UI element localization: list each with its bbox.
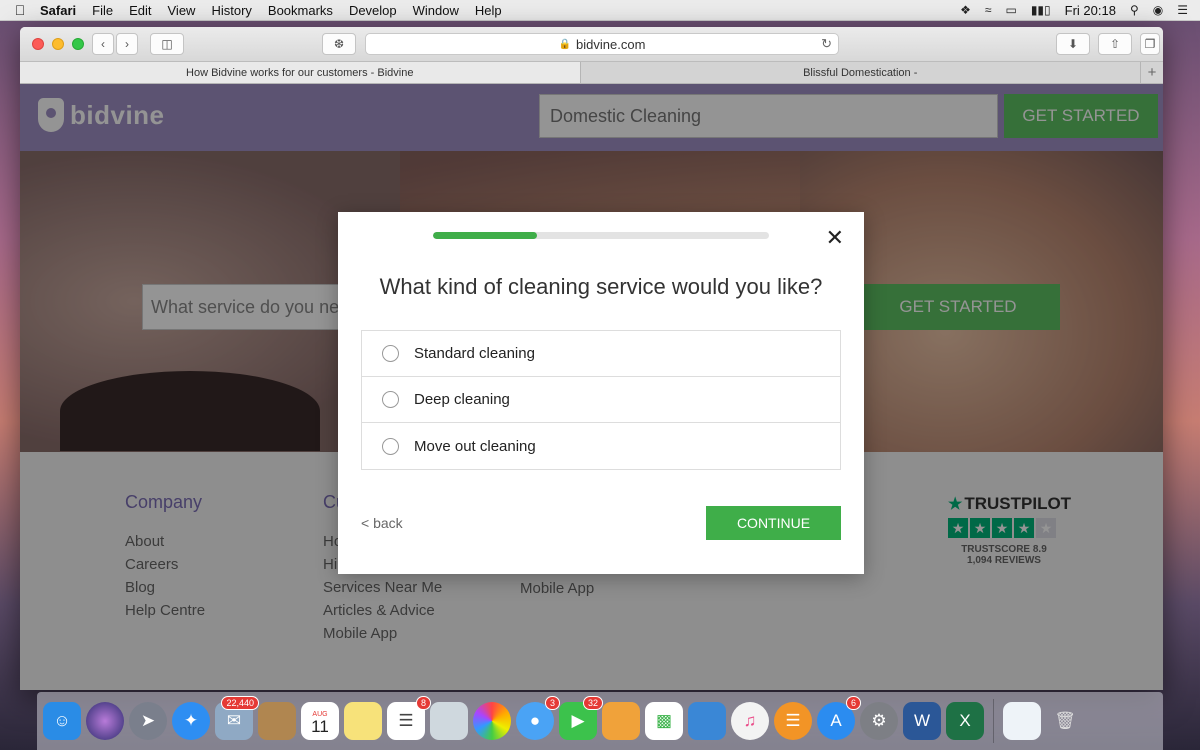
close-window-button[interactable] <box>32 38 44 50</box>
option-standard-cleaning[interactable]: Standard cleaning <box>362 331 840 377</box>
sidebar-button[interactable]: ◫ <box>150 33 184 55</box>
mail-icon[interactable]: ✉ 22,440 <box>215 696 259 740</box>
window-controls <box>32 38 84 50</box>
sidebar-icon: ◫ <box>161 37 173 51</box>
plus-icon: + <box>1147 64 1157 81</box>
menu-bookmarks[interactable]: Bookmarks <box>268 3 333 18</box>
menu-window[interactable]: Window <box>413 3 459 18</box>
contacts-icon[interactable] <box>258 702 296 740</box>
download-icon: ⬇ <box>1067 37 1079 51</box>
chevron-right-icon: › <box>125 37 129 51</box>
system-preferences-icon[interactable]: ⚙ <box>860 702 898 740</box>
preview-icon[interactable] <box>430 702 468 740</box>
option-deep-cleaning[interactable]: Deep cleaning <box>362 377 840 423</box>
menu-edit[interactable]: Edit <box>129 3 151 18</box>
lock-icon: 🔒 <box>558 38 572 50</box>
cleaning-service-modal: ✕ What kind of cleaning service would yo… <box>338 212 864 574</box>
tab-blissful[interactable]: Blissful Domestication - <box>581 62 1141 83</box>
chevron-left-icon: ‹ <box>101 37 105 51</box>
finder-icon[interactable]: ☺ <box>43 702 81 740</box>
menu-file[interactable]: File <box>92 3 113 18</box>
apple-icon[interactable]:  <box>0 2 40 18</box>
dropbox-icon[interactable]: ❖ <box>960 3 971 17</box>
safari-window: ‹ › ◫ ❆ 🔒 bidvine.com ↻ ⬇ ⇧ ❐ How Bidvin… <box>20 27 1163 690</box>
reminders-icon[interactable]: ☰ 8 <box>387 696 431 740</box>
facetime-icon[interactable]: ▶ 32 <box>559 696 603 740</box>
search-icon[interactable]: ⚲ <box>1130 3 1139 17</box>
reminders-badge: 8 <box>415 696 431 710</box>
app-store-icon[interactable]: A6 <box>817 696 861 740</box>
forward-nav-button[interactable]: › <box>116 33 138 55</box>
reload-icon[interactable]: ↻ <box>821 36 832 52</box>
dock-separator <box>993 699 994 743</box>
tabs-icon: ❐ <box>1144 37 1156 51</box>
menu-view[interactable]: View <box>168 3 196 18</box>
web-page: bidvine Domestic Cleaning GET STARTED Wh… <box>20 84 1163 690</box>
service-options-list: Standard cleaning Deep cleaning Move out… <box>361 330 841 470</box>
app-store-badge: 6 <box>845 696 861 710</box>
continue-button[interactable]: CONTINUE <box>706 506 841 540</box>
notes-icon[interactable] <box>344 702 382 740</box>
messages-icon[interactable]: ● 3 <box>516 696 560 740</box>
calendar-icon[interactable]: AUG 11 <box>301 702 339 740</box>
excel-icon[interactable]: X <box>946 702 984 740</box>
trash-icon[interactable]: 🗑 <box>1046 702 1084 740</box>
chart-icon: ▩ <box>655 711 673 730</box>
browser-toolbar: ‹ › ◫ ❆ 🔒 bidvine.com ↻ ⬇ ⇧ ❐ <box>20 27 1163 62</box>
safari-icon[interactable]: ✦ <box>172 702 210 740</box>
radio-button[interactable] <box>382 437 399 455</box>
option-move-out-cleaning[interactable]: Move out cleaning <box>362 423 840 469</box>
share-button[interactable]: ⇧ <box>1098 33 1132 55</box>
radio-button[interactable] <box>382 345 399 362</box>
tab-bidvine[interactable]: How Bidvine works for our customers - Bi… <box>20 62 581 83</box>
tab-bar: How Bidvine works for our customers - Bi… <box>20 62 1163 84</box>
radio-button[interactable] <box>382 391 399 408</box>
dock: ☺ ➤ ✦ ✉ 22,440 AUG 11 ☰ 8 ● 3 ▶ 32 ▩ ♫ ☰ A6 ⚙… <box>37 692 1163 750</box>
downloads-stack-icon[interactable] <box>1003 702 1041 740</box>
minimize-window-button[interactable] <box>52 38 64 50</box>
menu-app[interactable]: Safari <box>40 3 76 18</box>
option-label: Standard cleaning <box>414 345 535 362</box>
itunes-icon[interactable]: ♫ <box>731 702 769 740</box>
ibooks-icon[interactable]: ☰ <box>774 702 812 740</box>
siri-icon[interactable]: ◉ <box>1153 3 1163 17</box>
airplay-icon[interactable]: ▭ <box>1005 3 1016 17</box>
downloads-button[interactable]: ⬇ <box>1056 33 1090 55</box>
new-tab-button[interactable]: + <box>1141 62 1163 83</box>
tabs-overview-button[interactable]: ❐ <box>1140 33 1160 55</box>
keynote-icon[interactable] <box>688 702 726 740</box>
battery-icon[interactable]: ▮▮▯ <box>1031 3 1051 17</box>
menu-help[interactable]: Help <box>475 3 502 18</box>
clock[interactable]: Fri 20:18 <box>1065 3 1116 18</box>
modal-question: What kind of cleaning service would you … <box>379 274 823 299</box>
siri-icon[interactable] <box>86 702 124 740</box>
wifi-icon[interactable]: ≈ <box>985 3 992 17</box>
feather-icon: ❆ <box>333 37 345 51</box>
photos-icon[interactable] <box>473 702 511 740</box>
launchpad-icon[interactable]: ➤ <box>129 702 167 740</box>
menu-develop[interactable]: Develop <box>349 3 397 18</box>
option-label: Deep cleaning <box>414 391 510 408</box>
option-label: Move out cleaning <box>414 437 536 455</box>
word-icon[interactable]: W <box>903 702 941 740</box>
url-text: bidvine.com <box>576 36 646 52</box>
calendar-day: 11 <box>311 717 329 736</box>
share-icon: ⇧ <box>1109 37 1121 51</box>
messages-badge: 3 <box>544 696 560 710</box>
list-icon[interactable]: ☰ <box>1177 3 1188 17</box>
menu-bar:  Safari File Edit View History Bookmark… <box>0 0 1200 21</box>
mail-badge: 22,440 <box>221 696 259 710</box>
back-nav-button[interactable]: ‹ <box>92 33 114 55</box>
progress-bar-fill <box>433 232 538 239</box>
pages-icon[interactable] <box>602 702 640 740</box>
zoom-window-button[interactable] <box>72 38 84 50</box>
numbers-icon[interactable]: ▩ <box>645 702 683 740</box>
close-icon[interactable]: ✕ <box>826 227 844 249</box>
menu-history[interactable]: History <box>211 3 251 18</box>
progress-bar <box>433 232 769 239</box>
facetime-badge: 32 <box>582 696 603 710</box>
extension-button[interactable]: ❆ <box>322 33 356 55</box>
back-link[interactable]: < back <box>361 515 403 531</box>
address-bar[interactable]: 🔒 bidvine.com ↻ <box>365 33 839 55</box>
